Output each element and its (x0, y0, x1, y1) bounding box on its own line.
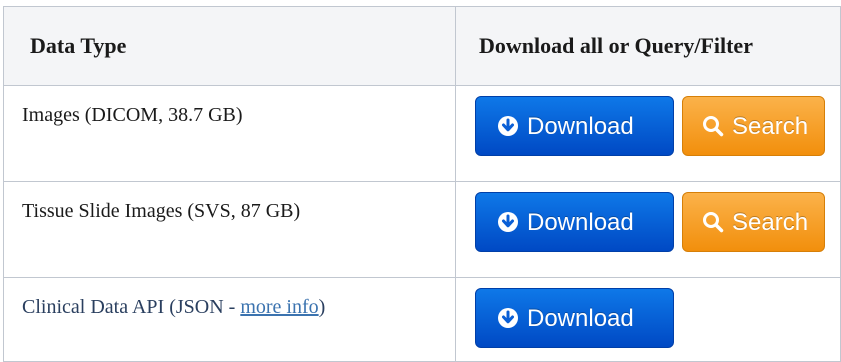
arrow-down-circle-icon (497, 307, 519, 329)
button-group: Download Search (456, 182, 840, 252)
download-button[interactable]: Download (475, 96, 674, 156)
row-label: Tissue Slide Images (SVS, 87 GB) (22, 200, 301, 222)
magnifier-icon (702, 211, 724, 233)
row-label: Images (DICOM, 38.7 GB) (22, 104, 243, 126)
magnifier-icon (702, 115, 724, 137)
download-label: Download (527, 305, 634, 332)
search-label: Search (732, 113, 809, 140)
header-download-query: Download all or Query/Filter (455, 6, 841, 86)
download-button[interactable]: Download (475, 288, 674, 348)
search-button[interactable]: Search (682, 96, 825, 156)
data-table: Data Type Download all or Query/Filter I… (3, 6, 841, 362)
search-label: Search (732, 209, 809, 236)
arrow-down-circle-icon (497, 211, 519, 233)
row-label: Clinical Data API (JSON - more info) (4, 278, 455, 319)
download-label: Download (527, 209, 634, 236)
button-group: Download Search (456, 86, 840, 156)
more-info-link[interactable]: more info (240, 296, 318, 318)
download-label: Download (527, 113, 634, 140)
table-row: Tissue Slide Images (SVS, 87 GB) Downloa… (3, 181, 841, 278)
search-button[interactable]: Search (682, 192, 825, 252)
cell-actions: Download Search (455, 181, 841, 278)
header-row: Data Type Download all or Query/Filter (3, 6, 841, 86)
header-data-type: Data Type (3, 6, 456, 86)
download-button[interactable]: Download (475, 192, 674, 252)
cell-data-type: Images (DICOM, 38.7 GB) (3, 85, 456, 182)
cell-actions: Download Search (455, 85, 841, 182)
table-row: Clinical Data API (JSON - more info) Dow… (3, 277, 841, 362)
cell-data-type: Tissue Slide Images (SVS, 87 GB) (3, 181, 456, 278)
table-row: Images (DICOM, 38.7 GB) Download Search (3, 85, 841, 182)
row-label-suffix: ) (318, 296, 326, 318)
row-label-prefix: Clinical Data API (JSON - (22, 296, 241, 318)
cell-actions: Download (455, 277, 841, 362)
arrow-down-circle-icon (497, 115, 519, 137)
button-group: Download (456, 278, 840, 348)
cell-data-type: Clinical Data API (JSON - more info) (3, 277, 456, 362)
